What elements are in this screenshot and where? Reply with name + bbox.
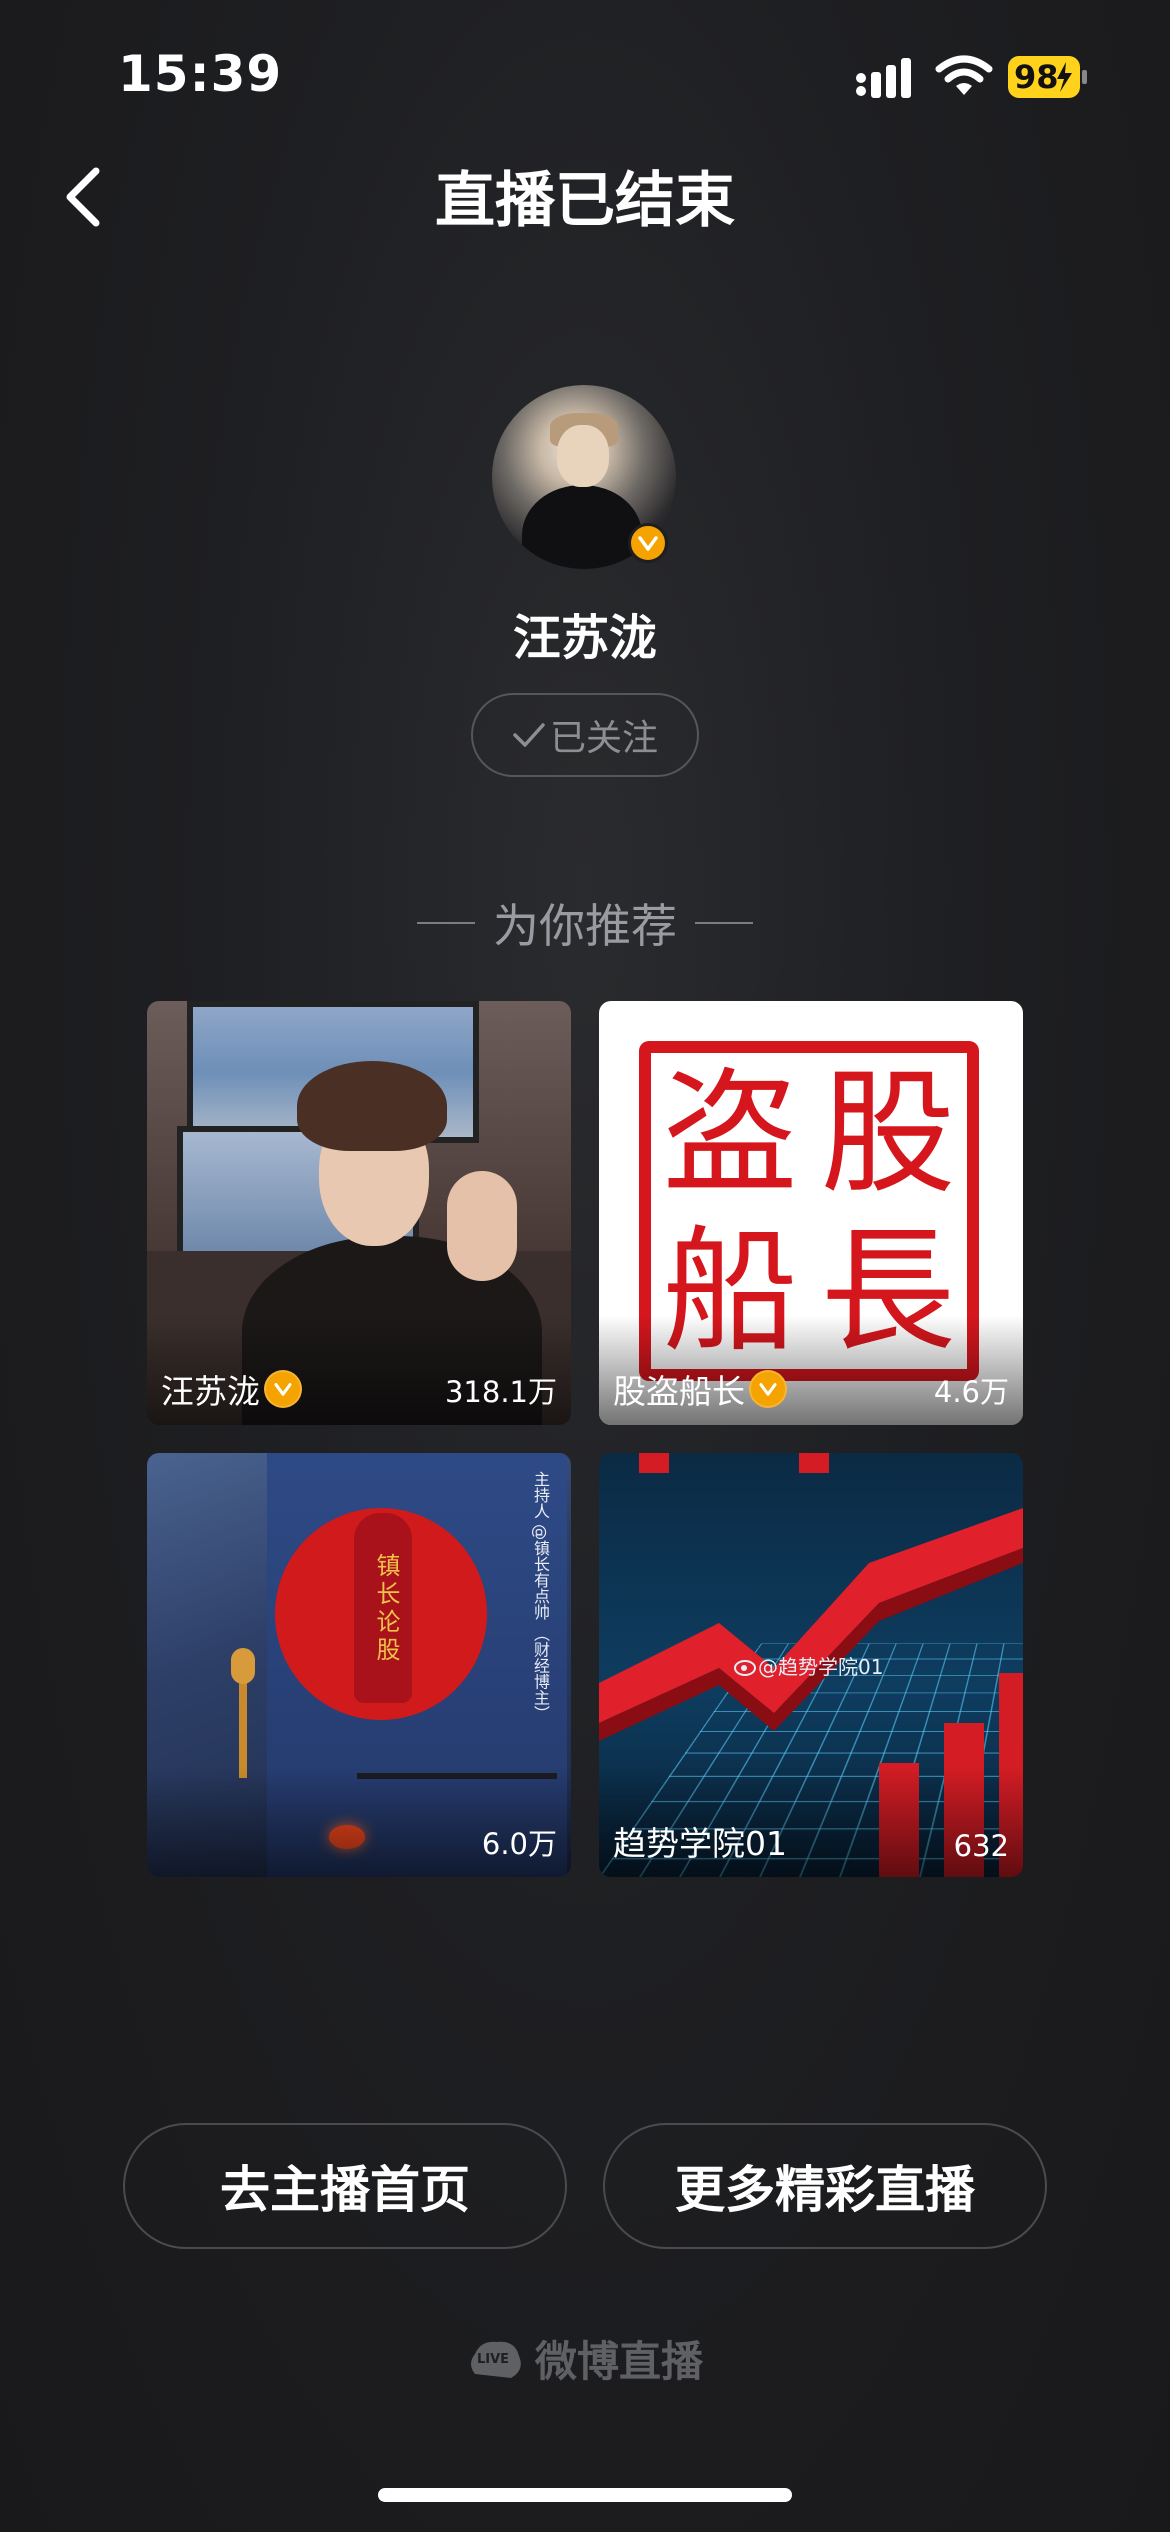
- card-view-count: 632: [953, 1829, 1009, 1863]
- card-streamer-name: 汪苏泷: [161, 1372, 260, 1411]
- checkmark-icon: [513, 723, 545, 747]
- followed-button[interactable]: 已关注: [471, 693, 699, 777]
- card-view-count: 4.6万: [933, 1375, 1009, 1409]
- verified-badge-icon: [749, 1370, 787, 1408]
- home-indicator[interactable]: [378, 2488, 792, 2502]
- poster-title: 镇长论股: [372, 1553, 400, 1665]
- streamer-name: 汪苏泷: [512, 610, 657, 666]
- verified-badge-icon: [264, 1370, 302, 1408]
- more-live-button[interactable]: 更多精彩直播: [603, 2123, 1047, 2249]
- followed-label: 已关注: [549, 718, 658, 759]
- recommend-heading-text: 为你推荐: [493, 899, 677, 953]
- wifi-icon: [935, 55, 993, 95]
- weibo-live-logo-icon: LIVE: [467, 2334, 525, 2384]
- streamer-avatar[interactable]: [492, 385, 676, 569]
- poster-host-text: 主持人 @镇长有点帅 （财经博主）: [531, 1471, 550, 1722]
- brand-label: 微博直播: [534, 2337, 703, 2386]
- status-time: 15:39: [118, 45, 283, 103]
- divider: [417, 922, 475, 924]
- recommend-card-4[interactable]: @趋势学院01 趋势学院01 632: [599, 1453, 1023, 1877]
- card-streamer-name: 趋势学院01: [613, 1824, 787, 1863]
- microphone-icon: [231, 1648, 255, 1684]
- battery-icon: 98: [1008, 56, 1088, 98]
- divider: [695, 922, 753, 924]
- cellular-signal-icon: [856, 58, 911, 98]
- recommend-card-2[interactable]: 盗 股 船 長 股盗船长 4.6万: [599, 1001, 1023, 1425]
- recommend-card-3[interactable]: 镇长论股 主持人 @镇长有点帅 （财经博主） 6.0万: [147, 1453, 571, 1877]
- streamer-home-button[interactable]: 去主播首页: [123, 2123, 567, 2249]
- verified-badge-icon: [628, 523, 668, 563]
- page-title: 直播已结束: [435, 166, 735, 236]
- card-view-count: 6.0万: [481, 1827, 557, 1861]
- weibo-live-brand: LIVE 微博直播: [0, 2328, 1170, 2389]
- weibo-logo-icon: [734, 1659, 756, 1676]
- card-streamer-name: 股盗船长: [613, 1372, 745, 1411]
- card-view-count: 318.1万: [444, 1375, 557, 1409]
- recommend-card-1[interactable]: 汪苏泷 318.1万: [147, 1001, 571, 1425]
- recommend-heading: 为你推荐: [0, 890, 1170, 956]
- watermark-text: @趋势学院01: [758, 1655, 884, 1679]
- battery-level: 98: [1014, 58, 1059, 96]
